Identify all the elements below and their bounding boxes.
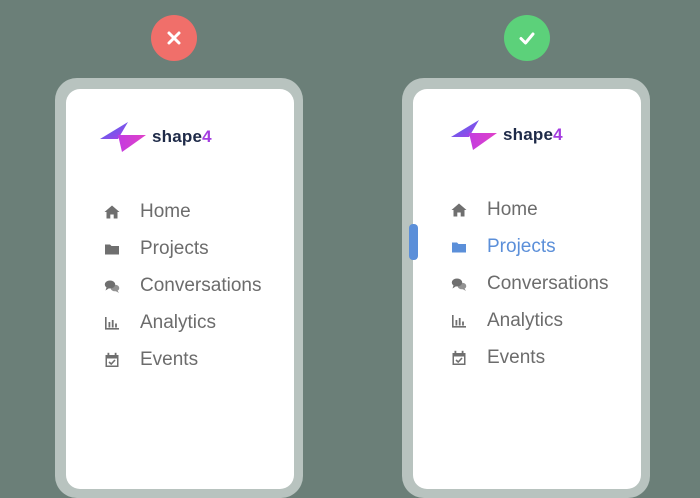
sidebar-item-home[interactable]: Home <box>104 193 261 230</box>
sidebar-item-conversations[interactable]: Conversations <box>104 267 261 304</box>
analytics-icon <box>104 315 120 331</box>
calendar-icon <box>104 352 120 368</box>
folder-icon <box>451 239 467 255</box>
logo[interactable]: shape4 <box>449 118 563 152</box>
folder-icon <box>104 241 120 257</box>
sidebar-item-events[interactable]: Events <box>104 341 261 378</box>
sidebar-item-analytics[interactable]: Analytics <box>104 304 261 341</box>
brand-name: shape4 <box>503 125 563 144</box>
logo[interactable]: shape4 <box>98 120 212 154</box>
sidebar-item-home[interactable]: Home <box>451 191 608 228</box>
sidebar-incorrect: shape4 Home Projects Conversations Analy… <box>66 89 294 489</box>
sidebar-item-label: Events <box>487 346 546 368</box>
check-icon <box>519 32 535 45</box>
home-icon <box>104 204 120 220</box>
home-icon <box>451 202 467 218</box>
sidebar-item-label: Home <box>140 200 191 222</box>
sidebar-item-label: Home <box>487 198 538 220</box>
sidebar-item-conversations[interactable]: Conversations <box>451 265 608 302</box>
sidebar-nav: Home Projects Conversations Analytics Ev… <box>451 191 608 376</box>
logo-mark-icon <box>100 122 146 152</box>
sidebar-item-label: Analytics <box>140 311 217 333</box>
sidebar-nav: Home Projects Conversations Analytics Ev… <box>104 193 261 378</box>
analytics-icon <box>451 313 467 329</box>
sidebar-item-label: Analytics <box>487 309 564 331</box>
brand-name: shape4 <box>152 127 212 146</box>
sidebar-item-label: Projects <box>140 237 209 259</box>
chat-icon <box>451 276 467 292</box>
close-icon <box>167 31 181 45</box>
sidebar-item-label: Events <box>140 348 199 370</box>
sidebar-item-analytics[interactable]: Analytics <box>451 302 608 339</box>
sidebar-item-label: Conversations <box>140 274 262 296</box>
incorrect-badge <box>151 15 197 61</box>
correct-badge <box>504 15 550 61</box>
sidebar-correct: shape4 Home Projects Conversations Analy… <box>413 89 641 489</box>
logo-mark-icon <box>451 120 497 150</box>
sidebar-item-events[interactable]: Events <box>451 339 608 376</box>
active-item-indicator <box>409 224 418 260</box>
sidebar-item-label: Conversations <box>487 272 609 294</box>
sidebar-item-projects[interactable]: Projects <box>451 228 608 265</box>
chat-icon <box>104 278 120 294</box>
sidebar-item-projects[interactable]: Projects <box>104 230 261 267</box>
sidebar-item-label: Projects <box>487 235 556 257</box>
calendar-icon <box>451 350 467 366</box>
